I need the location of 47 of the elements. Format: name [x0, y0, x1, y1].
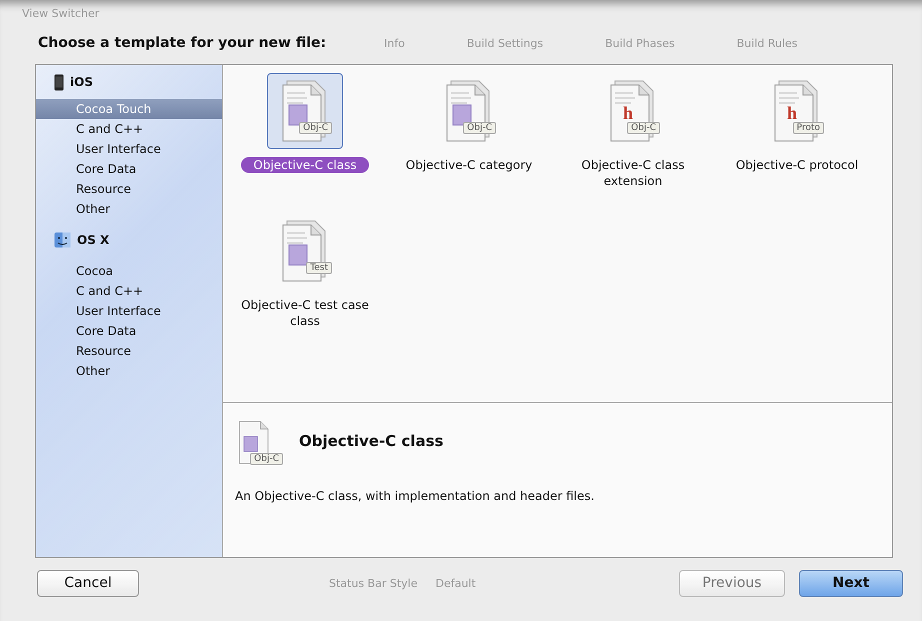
template-description: An Objective-C class, with implementation and header files. — [235, 489, 596, 503]
background-tab-label: Build Settings — [466, 36, 544, 50]
platform-heading: OS X — [77, 233, 110, 247]
template-name[interactable]: Objective-C class extension — [559, 157, 707, 189]
next-button[interactable]: Next — [799, 570, 903, 596]
template-tile[interactable]: Obj-C — [431, 73, 507, 149]
template-name[interactable]: Objective-C protocol — [723, 157, 871, 173]
sidebar-item[interactable]: Resource — [36, 179, 222, 199]
file-type-label: Obj-C — [463, 122, 496, 134]
sidebar-item[interactable]: C and C++ — [36, 119, 222, 139]
previous-button[interactable]: Previous — [679, 570, 785, 596]
platform-heading: iOS — [70, 75, 93, 89]
window-title: View Switcher — [21, 6, 100, 22]
file-type-label: Obj-C — [250, 453, 283, 465]
background-tab-label: Info — [384, 36, 405, 50]
template-title: Objective-C class — [299, 432, 444, 450]
face-icon — [54, 232, 71, 248]
sidebar-item[interactable]: Other — [36, 361, 222, 381]
sidebar-item[interactable]: C and C++ — [36, 281, 222, 301]
file-type-label: Proto — [792, 122, 824, 134]
template-tile[interactable]: Test — [267, 213, 343, 289]
background-label: Status Bar Style — [329, 576, 418, 590]
cancel-button[interactable]: Cancel — [37, 570, 139, 596]
dialog-heading: Choose a template for your new file: — [38, 35, 328, 51]
sidebar-item[interactable]: User Interface — [36, 301, 222, 321]
file-type-label: Obj-C — [627, 122, 660, 134]
sidebar-item[interactable]: Other — [36, 199, 222, 219]
sidebar-item[interactable]: Core Data — [36, 159, 222, 179]
file-type-label: Test — [306, 262, 332, 274]
header-file-letter: h — [787, 103, 798, 123]
file-icon — [774, 80, 818, 142]
template-name[interactable]: Objective-C class — [241, 157, 369, 173]
background-tab-label: Build Phases — [605, 36, 675, 50]
template-tile[interactable]: Obj-C — [267, 73, 343, 149]
template-tile[interactable]: h Obj-C — [595, 73, 671, 149]
sidebar-item[interactable]: Resource — [36, 341, 222, 361]
template-name[interactable]: Objective-C test case class — [231, 297, 379, 329]
header-file-letter: h — [623, 103, 634, 123]
sidebar-item[interactable]: Cocoa — [36, 261, 222, 281]
background-tab-label: Build Rules — [736, 36, 798, 50]
phone-icon — [54, 74, 64, 90]
file-type-label: Obj-C — [299, 122, 332, 134]
template-tile[interactable]: h Proto — [759, 73, 835, 149]
sidebar-item[interactable]: Core Data — [36, 321, 222, 341]
sidebar-item[interactable]: User Interface — [36, 139, 222, 159]
template-name[interactable]: Objective-C category — [395, 157, 543, 173]
background-value: Default — [435, 576, 476, 590]
